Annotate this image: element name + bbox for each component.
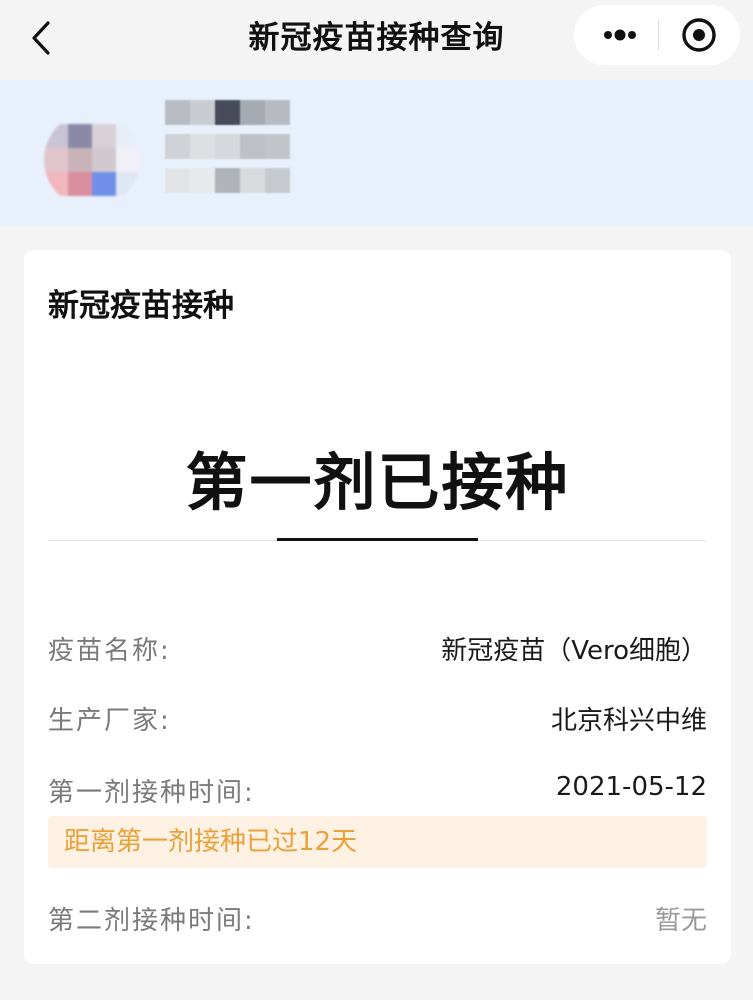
- second-dose-date-label: 第二剂接种时间:: [48, 906, 255, 936]
- avatar-mosaic-tile: [116, 124, 140, 148]
- name-mosaic-tile: [215, 100, 240, 125]
- avatar-mosaic-tile: [68, 172, 92, 196]
- name-mosaic-tile: [190, 168, 215, 193]
- vaccine-name-value: 新冠疫苗（Vero细胞）: [441, 636, 707, 666]
- first-dose-date-value: 2021-05-12: [555, 772, 707, 802]
- days-since-notice: 距离第一剂接种已过12天: [48, 816, 707, 868]
- divider-accent: [277, 538, 478, 541]
- name-mosaic-tile: [165, 134, 190, 159]
- capsule-divider: [658, 20, 659, 50]
- user-name-blurred: [165, 96, 290, 214]
- avatar-mosaic-tile: [116, 148, 140, 172]
- more-dots-icon: [604, 29, 636, 41]
- name-mosaic-tile: [190, 134, 215, 159]
- avatar-mosaic-tile: [44, 148, 68, 172]
- name-mosaic-tile: [165, 168, 190, 193]
- name-mosaic-tile: [265, 168, 290, 193]
- avatar-mosaic-tile: [92, 172, 116, 196]
- avatar-mosaic-tile: [116, 172, 140, 196]
- vaccination-card: 新冠疫苗接种 第一剂已接种 疫苗名称: 新冠疫苗（Vero细胞） 生产厂家: 北…: [24, 250, 731, 964]
- first-dose-date-label: 第一剂接种时间:: [48, 778, 255, 808]
- avatar-mosaic-tile: [44, 172, 68, 196]
- manufacturer-value: 北京科兴中维: [550, 706, 707, 736]
- name-mosaic-tile: [215, 168, 240, 193]
- avatar-mosaic-tile: [68, 124, 92, 148]
- name-mosaic-tile: [165, 100, 190, 125]
- second-dose-date-value: 暂无: [654, 906, 707, 936]
- avatar: [44, 112, 140, 208]
- close-button[interactable]: [672, 11, 726, 59]
- avatar-mosaic-tile: [92, 124, 116, 148]
- name-mosaic-tile: [240, 134, 265, 159]
- profile-banner: [0, 80, 753, 226]
- name-mosaic-tile: [215, 134, 240, 159]
- name-mosaic-tile: [265, 134, 290, 159]
- more-button[interactable]: [586, 11, 652, 59]
- name-mosaic-tile: [265, 100, 290, 125]
- avatar-mosaic-tile: [68, 148, 92, 172]
- name-mosaic-tile: [190, 100, 215, 125]
- avatar-mosaic-tile: [92, 148, 116, 172]
- manufacturer-label: 生产厂家:: [48, 706, 171, 736]
- vaccine-name-label: 疫苗名称:: [48, 636, 171, 666]
- nav-bar: 新冠疫苗接种查询: [0, 0, 753, 80]
- target-circle-icon: [682, 18, 716, 52]
- name-mosaic-tile: [240, 168, 265, 193]
- avatar-mosaic-tile: [44, 124, 68, 148]
- dose-status: 第一剂已接种: [185, 446, 570, 519]
- mini-program-capsule: [574, 5, 740, 65]
- card-title: 新冠疫苗接种: [48, 288, 234, 324]
- name-mosaic-tile: [240, 100, 265, 125]
